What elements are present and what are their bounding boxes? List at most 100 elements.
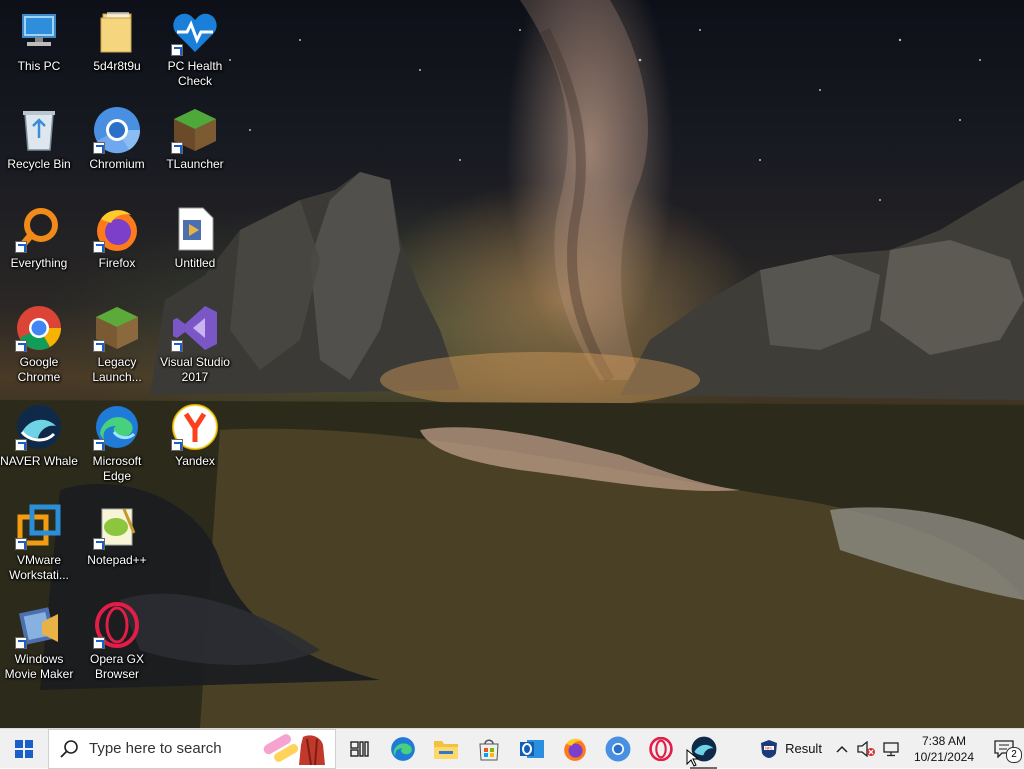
volume-muted-icon	[857, 740, 875, 757]
taskbar-microsoft-store[interactable]	[467, 729, 510, 769]
icon-label: Opera GX Browser	[89, 652, 145, 681]
icon-label: Recycle Bin	[7, 157, 71, 171]
shortcut-arrow-icon	[15, 340, 27, 352]
icon-label: Untitled	[174, 256, 216, 270]
icon-label: Legacy Launch...	[92, 355, 142, 384]
yandex-icon	[171, 403, 219, 451]
icon-label: Google Chrome	[17, 355, 61, 384]
clock-time: 7:38 AM	[921, 733, 966, 748]
folder-icon	[93, 8, 141, 56]
start-button[interactable]	[0, 729, 48, 769]
tlauncher-icon	[171, 106, 219, 154]
icon-label: Notepad++	[87, 553, 147, 567]
chromium-icon	[93, 106, 141, 154]
task-view-icon	[349, 740, 369, 757]
chrome-icon	[15, 304, 63, 352]
shortcut-arrow-icon	[171, 439, 183, 451]
icon-label: Chromium	[89, 157, 145, 171]
network-button[interactable]	[878, 729, 904, 769]
shortcut-arrow-icon	[93, 142, 105, 154]
icon-label: Windows Movie Maker	[4, 652, 74, 681]
everything-icon	[15, 205, 63, 253]
vmware-icon	[15, 502, 63, 550]
notepad-plus-plus-icon	[93, 502, 141, 550]
shortcut-arrow-icon	[93, 637, 105, 649]
search-highlight-icon	[263, 733, 325, 765]
task-view-button[interactable]	[338, 729, 381, 769]
shortcut-arrow-icon	[15, 439, 27, 451]
desktop-icon-naver-whale[interactable]: NAVER Whale	[0, 403, 78, 469]
shortcut-arrow-icon	[93, 538, 105, 550]
shortcut-arrow-icon	[171, 44, 183, 56]
desktop-icon-visual-studio[interactable]: Visual Studio 2017	[156, 304, 234, 385]
taskbar-naver-whale[interactable]	[682, 729, 725, 769]
icon-label: Firefox	[98, 256, 136, 270]
shortcut-arrow-icon	[93, 439, 105, 451]
shortcut-arrow-icon	[171, 340, 183, 352]
taskbar-file-explorer[interactable]	[424, 729, 467, 769]
legacy-launcher-icon	[93, 304, 141, 352]
notification-count-badge: 2	[1006, 746, 1022, 763]
shortcut-arrow-icon	[93, 340, 105, 352]
icon-label: VMware Workstati...	[9, 553, 69, 582]
desktop-icon-recycle-bin[interactable]: Recycle Bin	[0, 106, 78, 172]
desktop-icon-vmware[interactable]: VMware Workstati...	[0, 502, 78, 583]
windows-logo-icon	[15, 739, 33, 758]
edge-icon	[390, 736, 415, 761]
desktop-icon-firefox[interactable]: Firefox	[78, 205, 156, 271]
taskbar-opera[interactable]	[639, 729, 682, 769]
show-hidden-icons-button[interactable]	[830, 729, 854, 769]
desktop: This PC Recycle Bin Everything Google Ch…	[0, 0, 1024, 728]
desktop-icon-notepad-plus-plus[interactable]: Notepad++	[78, 502, 156, 568]
taskbar-chromium[interactable]	[596, 729, 639, 769]
desktop-icon-folder-5d4r8t9u[interactable]: 5d4r8t9u	[78, 8, 156, 74]
desktop-icon-untitled[interactable]: Untitled	[156, 205, 234, 271]
icon-label: Everything	[10, 256, 68, 270]
opera-gx-icon	[93, 601, 141, 649]
taskbar-search-box[interactable]: Type here to search	[48, 728, 336, 769]
movie-maker-icon	[15, 601, 63, 649]
file-explorer-icon	[433, 740, 458, 759]
desktop-icon-yandex[interactable]: Yandex	[156, 403, 234, 469]
pc-health-check-icon	[171, 8, 219, 56]
weather-widget[interactable]: NFL Result	[759, 729, 830, 769]
desktop-icon-this-pc[interactable]: This PC	[0, 8, 78, 74]
desktop-icon-google-chrome[interactable]: Google Chrome	[0, 304, 78, 385]
desktop-icon-chromium[interactable]: Chromium	[78, 106, 156, 172]
weather-result-label: Result	[785, 741, 822, 756]
shortcut-arrow-icon	[15, 538, 27, 550]
shortcut-arrow-icon	[171, 142, 183, 154]
opera-icon	[648, 736, 673, 761]
mouse-cursor-icon	[686, 748, 698, 767]
icon-label: TLauncher	[166, 157, 224, 171]
icon-label: Visual Studio 2017	[160, 355, 230, 384]
taskbar: Type here to search NFL Result 7:38 AM 1…	[0, 728, 1024, 769]
chromium-icon	[605, 736, 630, 761]
taskbar-edge[interactable]	[381, 729, 424, 769]
desktop-icon-pc-health-check[interactable]: PC Health Check	[156, 8, 234, 89]
this-pc-icon	[15, 8, 63, 56]
desktop-icon-legacy-launcher[interactable]: Legacy Launch...	[78, 304, 156, 385]
desktop-icon-opera-gx[interactable]: Opera GX Browser	[78, 601, 156, 682]
volume-button[interactable]	[854, 729, 878, 769]
chevron-up-icon	[836, 745, 848, 753]
desktop-icon-windows-movie-maker[interactable]: Windows Movie Maker	[0, 601, 78, 682]
shortcut-arrow-icon	[15, 241, 27, 253]
system-tray: NFL Result 7:38 AM 10/21/2024 2	[751, 729, 1024, 769]
desktop-icon-everything[interactable]: Everything	[0, 205, 78, 271]
outlook-icon	[519, 739, 544, 758]
taskbar-outlook[interactable]	[510, 729, 553, 769]
edge-icon	[93, 403, 141, 451]
search-placeholder: Type here to search	[89, 740, 222, 757]
recycle-bin-icon	[15, 106, 63, 154]
desktop-icon-tlauncher[interactable]: TLauncher	[156, 106, 234, 172]
visual-studio-icon	[171, 304, 219, 352]
icon-label: Yandex	[175, 454, 215, 468]
search-icon	[60, 739, 78, 758]
action-center-button[interactable]: 2	[984, 729, 1024, 769]
clock[interactable]: 7:38 AM 10/21/2024	[914, 733, 974, 765]
shortcut-arrow-icon	[93, 241, 105, 253]
desktop-icon-microsoft-edge[interactable]: Microsoft Edge	[78, 403, 156, 484]
taskbar-firefox[interactable]	[553, 729, 596, 769]
svg-text:NFL: NFL	[765, 745, 773, 750]
